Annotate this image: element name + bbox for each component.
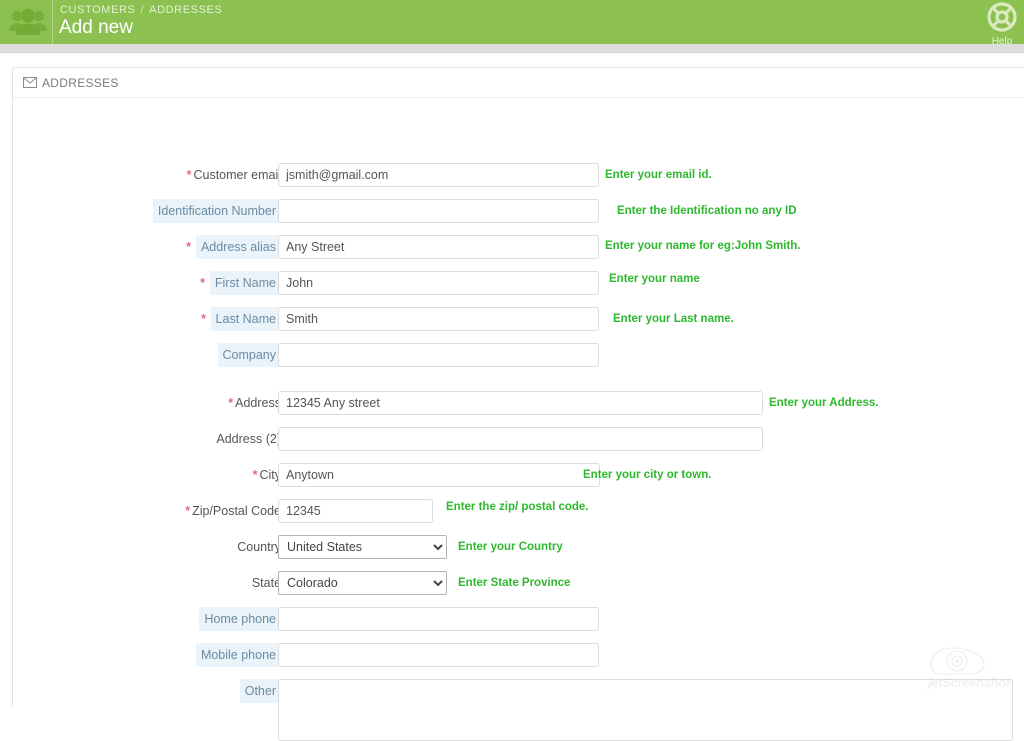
help-label: Help — [991, 36, 1013, 44]
form-row-city: *City Enter your city or town. — [13, 463, 1024, 487]
input-customer-email[interactable] — [278, 163, 599, 187]
label-company: Company — [217, 343, 281, 367]
label-last-name: Last Name — [210, 307, 281, 331]
input-last-name[interactable] — [278, 307, 599, 331]
form-row-first-name: * First Name Enter your name — [13, 271, 1024, 295]
required-asterisk: * — [228, 396, 234, 410]
addresses-panel: ADDRESSES *Customer email Enter your emai… — [12, 67, 1024, 741]
hint-address-alias: Enter your name for eg:John Smith. — [605, 240, 801, 252]
input-country[interactable]: United States — [278, 535, 447, 559]
form-row-mobile-phone: Mobile phone — [13, 643, 1024, 667]
input-company[interactable] — [278, 343, 599, 367]
required-asterisk: * — [201, 312, 206, 326]
label-home-phone: Home phone — [199, 607, 281, 631]
form-row-last-name: * Last Name Enter your Last name. — [13, 307, 1024, 331]
form-row-state: State Colorado Enter State Province — [13, 571, 1024, 595]
hint-zip-postal-code: Enter the zip/ postal code. — [446, 501, 589, 513]
label-customer-email: * Customer email — [186, 168, 281, 182]
page-title: Add new — [59, 17, 133, 38]
input-state[interactable]: Colorado — [278, 571, 447, 595]
input-first-name[interactable] — [278, 271, 599, 295]
form-row-identification-number: Identification Number Enter the Identific… — [13, 199, 1024, 223]
form-row-address-2: Address (2) — [13, 427, 1024, 451]
label-address-2: Address (2) — [216, 432, 281, 446]
hint-state: Enter State Province — [458, 577, 571, 589]
hint-customer-email: Enter your email id. — [605, 169, 712, 181]
form-row-address: *Address Enter your Address. — [13, 391, 1024, 415]
label-address-alias: Address alias — [195, 235, 281, 259]
input-zip-postal-code[interactable] — [278, 499, 433, 523]
hint-first-name: Enter your name — [609, 273, 700, 285]
required-asterisk: * — [252, 468, 258, 482]
hint-last-name: Enter your Last name. — [613, 313, 734, 325]
form-row-zip-postal-code: *Zip/Postal Code Enter the zip/ postal co… — [13, 499, 1024, 523]
panel-title: ADDRESSES — [42, 75, 119, 90]
required-asterisk: * — [185, 504, 191, 518]
panel-header: ADDRESSES — [13, 68, 1024, 98]
form-row-other: Other — [13, 679, 1024, 741]
label-identification-number: Identification Number — [152, 199, 281, 223]
breadcrumb-separator: / — [140, 4, 145, 16]
form-row-address-alias: * Address alias Enter your name for eg:Joh… — [13, 235, 1024, 259]
label-first-name: First Name — [209, 271, 281, 295]
breadcrumb-item-addresses[interactable]: ADDRESSES — [149, 4, 222, 16]
help-button[interactable]: Help — [982, 1, 1022, 44]
header-divider — [52, 0, 53, 44]
main-content: ADDRESSES *Customer email Enter your emai… — [0, 53, 1024, 741]
breadcrumb: CUSTOMERS / ADDRESSES — [60, 4, 222, 16]
hint-identification-number: Enter the Identification no any ID — [617, 205, 797, 217]
envelope-icon — [23, 77, 37, 88]
form-row-home-phone: Home phone — [13, 607, 1024, 631]
label-country: Country — [237, 540, 281, 554]
input-address-alias[interactable] — [278, 235, 599, 259]
required-asterisk: * — [186, 168, 192, 182]
form-row-customer-email: *Customer email Enter your email id. — [13, 163, 1024, 187]
label-other: Other — [239, 679, 281, 703]
hint-address: Enter your Address. — [769, 397, 879, 409]
label-mobile-phone: Mobile phone — [195, 643, 281, 667]
input-city[interactable] — [278, 463, 600, 487]
breadcrumb-item-customers[interactable]: CUSTOMERS — [60, 4, 135, 16]
lifebuoy-icon — [987, 2, 1017, 32]
input-home-phone[interactable] — [278, 607, 599, 631]
form-row-company: Company — [13, 343, 1024, 367]
label-city: * City — [252, 468, 281, 482]
input-address-2[interactable] — [278, 427, 763, 451]
input-mobile-phone[interactable] — [278, 643, 599, 667]
label-state: State — [251, 576, 281, 590]
input-address[interactable] — [278, 391, 763, 415]
required-asterisk: * — [200, 276, 205, 290]
header-sub-strip — [0, 44, 1024, 53]
hint-country: Enter your Country — [458, 541, 563, 553]
form-row-country: Country United States Enter your Country — [13, 535, 1024, 559]
required-asterisk: * — [186, 240, 191, 254]
input-other[interactable] — [278, 679, 1013, 741]
customers-group-icon — [6, 3, 50, 41]
label-zip-postal-code: * Zip/Postal Code — [185, 504, 281, 518]
label-address: * Address — [228, 396, 281, 410]
hint-city: Enter your city or town. — [583, 469, 712, 481]
input-identification-number[interactable] — [278, 199, 599, 223]
top-header-bar: CUSTOMERS / ADDRESSES Add new Help — [0, 0, 1024, 44]
